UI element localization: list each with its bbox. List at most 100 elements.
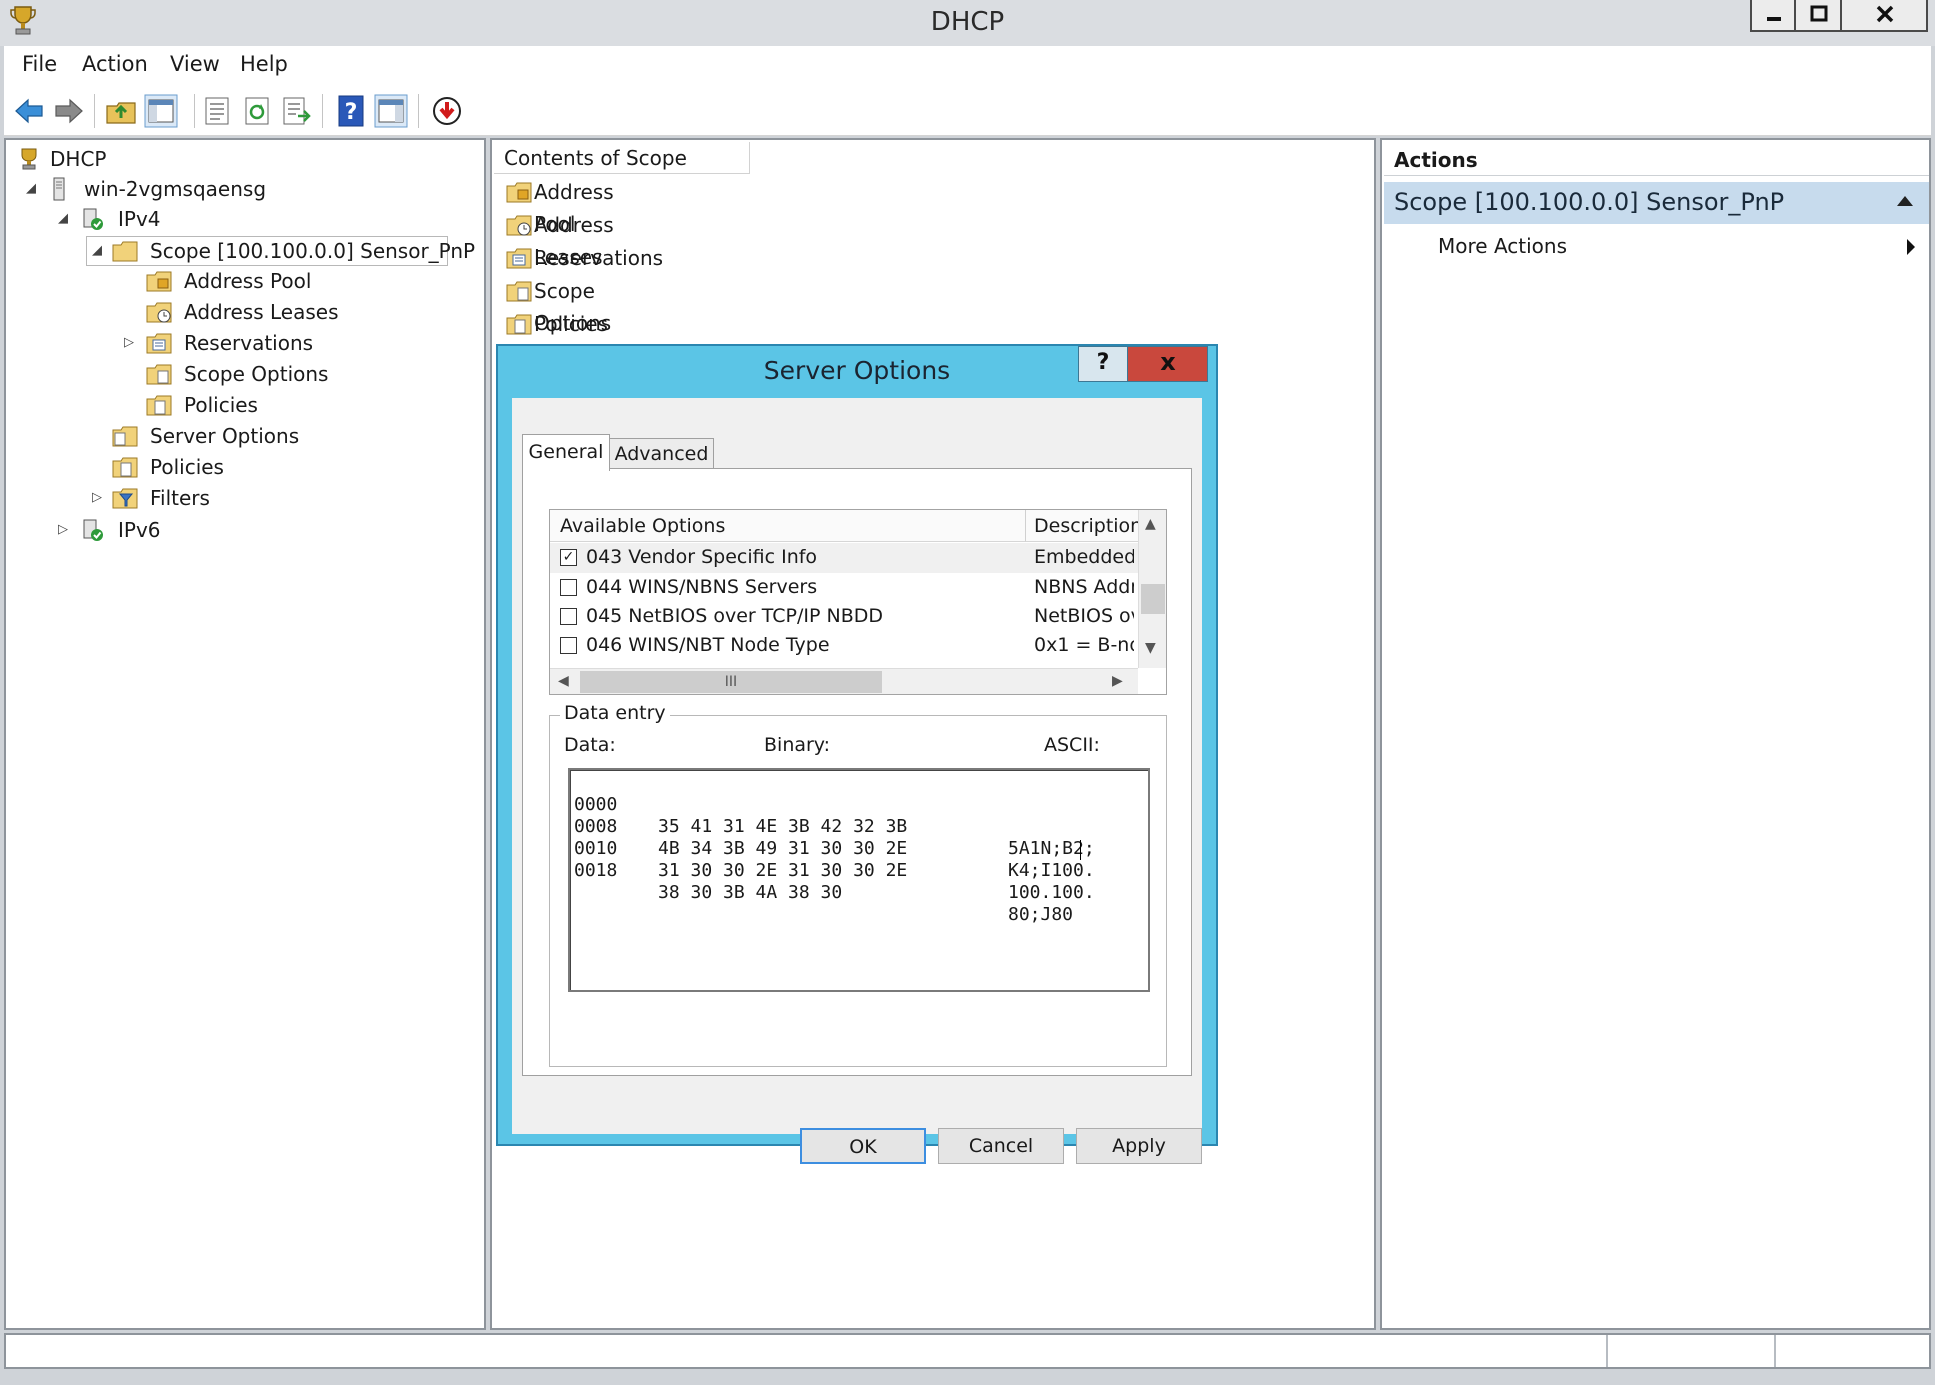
expand-icon[interactable]: ▷ <box>90 483 104 513</box>
option-row[interactable]: 045 NetBIOS over TCP/IP NBDD NetBIOS ov <box>550 602 1138 632</box>
option-name: 046 WINS/NBT Node Type <box>586 634 830 656</box>
menu-action[interactable]: Action <box>82 52 148 76</box>
binary-label: Binary: <box>764 734 831 756</box>
close-icon <box>1876 5 1894 23</box>
folder-icon <box>112 241 138 262</box>
close-icon: x <box>1160 348 1176 376</box>
more-actions-item[interactable]: More Actions <box>1384 228 1929 264</box>
tab-panel-general: Available Options Description ✓ 043 Vend… <box>522 468 1192 1076</box>
option-name: 044 WINS/NBNS Servers <box>586 576 818 598</box>
help-icon: ? <box>1096 350 1110 375</box>
tree-label: Policies <box>150 455 224 479</box>
collapse-icon[interactable]: ◢ <box>90 236 104 266</box>
option-row[interactable]: 044 WINS/NBNS Servers NBNS Addre <box>550 573 1138 603</box>
apply-button[interactable]: Apply <box>1076 1128 1202 1164</box>
list-item-label: Reservations <box>534 246 664 270</box>
menu-help[interactable]: Help <box>240 52 288 76</box>
horizontal-scrollbar[interactable]: ◀ III ▶ <box>550 668 1138 694</box>
minimize-button[interactable] <box>1750 0 1796 32</box>
address-leases-icon <box>146 302 172 323</box>
scroll-right-icon[interactable]: ▶ <box>1112 673 1123 689</box>
export-list-icon[interactable] <box>280 94 314 128</box>
tab-advanced[interactable]: Advanced <box>610 438 714 470</box>
data-entry-group: Data entry Data: Binary: ASCII: 0000 35 … <box>549 702 1167 1067</box>
column-header-description[interactable]: Description <box>1026 510 1138 542</box>
filter-icon <box>112 488 138 509</box>
scroll-thumb[interactable]: III <box>580 671 882 693</box>
maximize-icon <box>1810 5 1828 22</box>
tree-label: Server Options <box>150 424 300 448</box>
dhcp-stop-icon[interactable] <box>430 94 464 128</box>
properties-icon[interactable] <box>200 94 234 128</box>
menu-view[interactable]: View <box>170 52 220 76</box>
hex-data-editor[interactable]: 0000 35 41 31 4E 3B 42 32 3B 5A1N;B2; 00… <box>568 768 1150 992</box>
expand-icon[interactable]: ▷ <box>122 328 136 358</box>
option-checkbox[interactable] <box>560 608 577 625</box>
collapse-icon[interactable]: ◢ <box>56 204 70 234</box>
column-header-available-options[interactable]: Available Options <box>550 510 1026 542</box>
tree-label: IPv6 <box>118 518 161 542</box>
vertical-scrollbar[interactable]: ▲ ▼ <box>1138 510 1166 668</box>
svg-text:?: ? <box>345 100 358 125</box>
expand-icon[interactable]: ▷ <box>56 515 70 545</box>
tree-label: Filters <box>150 486 210 510</box>
scroll-down-icon[interactable]: ▼ <box>1145 640 1156 656</box>
ascii-label: ASCII: <box>1044 734 1100 756</box>
collapse-up-icon[interactable] <box>1897 196 1913 206</box>
up-folder-icon[interactable] <box>104 94 138 128</box>
ok-button[interactable]: OK <box>800 1128 926 1164</box>
collapse-icon[interactable]: ◢ <box>24 174 38 204</box>
option-checkbox[interactable] <box>560 637 577 654</box>
cancel-button[interactable]: Cancel <box>938 1128 1064 1164</box>
actions-scope-label: Scope [100.100.0.0] Sensor_PnP <box>1394 188 1785 216</box>
hex-ascii: 80;J80 <box>1008 904 1074 925</box>
tree-label: Reservations <box>184 331 314 355</box>
hex-ascii: 100.100. <box>1008 882 1095 903</box>
menu-file[interactable]: File <box>22 52 57 76</box>
server-options-icon <box>112 426 138 447</box>
option-description: NetBIOS ov <box>1034 605 1134 627</box>
column-header[interactable]: Contents of Scope <box>494 142 750 174</box>
scroll-left-icon[interactable]: ◀ <box>558 673 569 689</box>
text-caret <box>1080 840 1081 860</box>
option-row[interactable]: ✓ 043 Vendor Specific Info Embedded v <box>550 543 1138 573</box>
dialog-close-button[interactable]: x <box>1128 346 1208 382</box>
maximize-button[interactable] <box>1796 0 1842 32</box>
close-window-button[interactable] <box>1842 0 1928 32</box>
scope-options-icon <box>146 364 172 385</box>
option-row[interactable]: 046 WINS/NBT Node Type 0x1 = B-nod <box>550 631 1138 661</box>
tree-label: IPv4 <box>118 207 161 231</box>
tab-general[interactable]: General <box>522 434 610 471</box>
ipv4-network-icon <box>83 208 103 230</box>
forward-arrow-icon[interactable] <box>52 94 86 128</box>
reservations-icon <box>506 248 532 269</box>
dialog-body: General Advanced Available Options Descr… <box>512 398 1202 1164</box>
dialog-help-button[interactable]: ? <box>1078 346 1128 382</box>
address-pool-icon <box>146 271 172 292</box>
show-hide-action-pane-icon[interactable] <box>374 94 408 128</box>
help-icon[interactable]: ? <box>334 94 368 128</box>
scroll-thumb[interactable] <box>1141 584 1165 614</box>
hex-row: 0018 38 30 3B 4A 38 30 80;J80 <box>574 838 1073 925</box>
refresh-icon[interactable] <box>240 94 274 128</box>
available-options-list[interactable]: Available Options Description ✓ 043 Vend… <box>549 509 1167 695</box>
dhcp-trophy-icon <box>21 148 37 170</box>
show-hide-tree-icon[interactable] <box>144 94 178 128</box>
scroll-up-icon[interactable]: ▲ <box>1145 516 1156 532</box>
option-description: Embedded v <box>1034 546 1134 568</box>
tree-item-scope[interactable]: ◢ Scope [100.100.0.0] Sensor_PnP <box>6 236 475 266</box>
back-arrow-icon[interactable] <box>12 94 46 128</box>
tree-label: Scope [100.100.0.0] Sensor_PnP <box>150 239 476 263</box>
menu-bar: File Action View Help <box>4 46 1931 86</box>
option-checkbox[interactable]: ✓ <box>560 549 577 566</box>
option-checkbox[interactable] <box>560 579 577 596</box>
hex-binary: 38 30 3B 4A 38 30 <box>658 882 843 903</box>
hex-ascii: 5A1N;B2; <box>1008 838 1095 859</box>
hex-row: 0008 4B 34 3B 49 31 30 30 2E K4;I100. <box>574 794 1095 881</box>
actions-scope-section[interactable]: Scope [100.100.0.0] Sensor_PnP <box>1384 182 1929 224</box>
minimize-icon <box>1767 17 1781 21</box>
more-actions-label: More Actions <box>1438 234 1567 258</box>
actions-header-label: Actions <box>1394 148 1478 172</box>
address-leases-icon <box>506 215 532 236</box>
option-description: 0x1 = B-nod <box>1034 634 1134 656</box>
